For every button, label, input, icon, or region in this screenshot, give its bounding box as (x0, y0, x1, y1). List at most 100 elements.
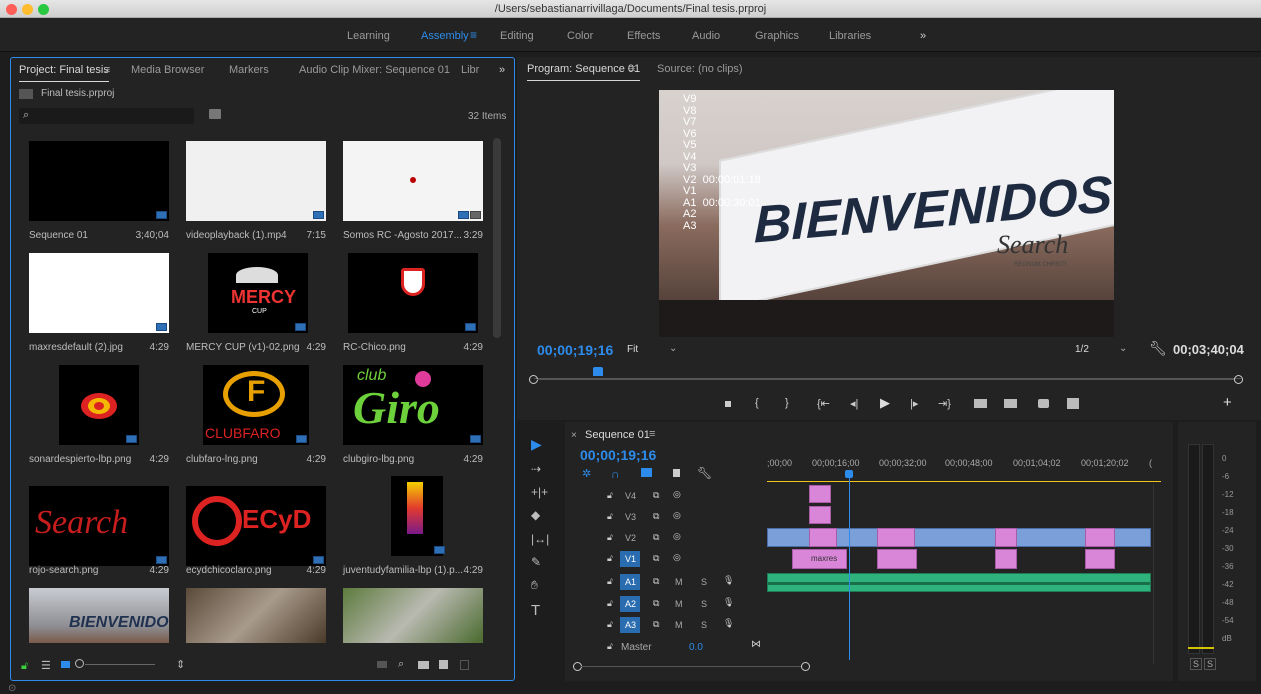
voiceover-mic-icon[interactable]: 🎙︎ (723, 575, 734, 586)
go-to-out-icon[interactable]: ⇥} (938, 397, 951, 410)
ripple-edit-tool-icon[interactable]: +|+ (531, 485, 548, 499)
snap-icon[interactable]: ∩ (611, 467, 620, 481)
pen-tool-icon[interactable]: ✎ (531, 555, 541, 569)
timeline-playhead-handle[interactable] (845, 470, 853, 478)
sort-icon[interactable]: ⇕ (176, 658, 185, 671)
thumb-somos-rc[interactable] (343, 141, 483, 221)
mark-in-icon[interactable]: { (755, 397, 759, 409)
track-eye-icon[interactable]: ◎ (673, 510, 681, 521)
thumb-aerial-photo[interactable] (343, 588, 483, 643)
mute-button[interactable]: M (675, 577, 683, 587)
thumb-sequence-01[interactable] (29, 141, 169, 221)
extract-icon[interactable] (1004, 399, 1017, 408)
thumb-mercy-cup[interactable]: MERCY CUP (208, 253, 308, 333)
workspace-menu-icon[interactable]: ≡ (470, 28, 477, 42)
tab-program[interactable]: Program: Sequence 01 (527, 63, 641, 81)
track-eye-icon[interactable]: ◎ (673, 552, 681, 563)
project-scrollbar[interactable] (493, 138, 501, 338)
timeline-tab-menu-icon[interactable]: ≡ (649, 428, 655, 440)
fit-dropdown[interactable]: Fit (627, 344, 638, 355)
automate-to-sequence-icon[interactable] (377, 661, 387, 668)
step-back-icon[interactable]: ◂| (850, 397, 858, 410)
timeline-vertical-scrollbar[interactable] (1153, 484, 1161, 664)
new-item-icon[interactable] (439, 660, 448, 669)
clip-v4[interactable] (809, 485, 831, 503)
clip-v3[interactable] (809, 506, 831, 524)
track-select-tool-icon[interactable]: ⇢ (531, 462, 541, 476)
thumb-clubgiro[interactable]: club Giro (343, 365, 483, 445)
workspace-libraries[interactable]: Libraries (829, 30, 871, 42)
clip-v1[interactable] (877, 549, 917, 569)
razor-tool-icon[interactable]: ◆ (531, 508, 540, 522)
mute-button[interactable]: M (675, 620, 683, 630)
play-icon[interactable]: ▶ (880, 395, 890, 411)
track-sync-icon[interactable]: ⧉ (653, 598, 659, 609)
resolution-chevron-icon[interactable]: ⌄ (1119, 343, 1127, 354)
thumb-rojo-search[interactable]: Search (29, 486, 169, 566)
master-volume[interactable]: 0.0 (689, 642, 703, 653)
type-tool-icon[interactable]: T (531, 602, 540, 619)
search-input[interactable]: ⌕ (19, 108, 194, 124)
track-sync-icon[interactable]: ⧉ (653, 532, 659, 543)
workspace-assembly[interactable]: Assembly (421, 30, 469, 42)
track-eye-icon[interactable]: ◎ (673, 489, 681, 500)
clip-v1[interactable] (1085, 549, 1115, 569)
close-sequence-icon[interactable]: × (571, 430, 577, 441)
icon-view-icon[interactable] (61, 661, 70, 668)
time-ruler[interactable] (534, 371, 1241, 379)
program-video-frame[interactable]: BIENVENIDOS Search REGNUM CHRISTI V9 V8 … (659, 90, 1114, 337)
mute-button[interactable]: M (675, 599, 683, 609)
playhead-handle[interactable] (592, 367, 603, 376)
go-to-end-icon[interactable]: ⋈ (751, 639, 761, 650)
button-editor-icon[interactable]: + (1223, 394, 1232, 411)
zoom-slider[interactable] (85, 664, 155, 665)
clip-v2-fx[interactable] (809, 528, 837, 547)
voiceover-mic-icon[interactable]: 🎙︎ (723, 618, 734, 629)
fit-chevron-icon[interactable]: ⌄ (669, 343, 677, 354)
workspace-audio[interactable]: Audio (692, 30, 720, 42)
more-tabs-icon[interactable]: » (499, 64, 505, 76)
timeline-timecode[interactable]: 00;00;19;16 (580, 447, 656, 463)
track-sync-icon[interactable]: ⧉ (653, 511, 659, 522)
thumb-rc-chico[interactable] (348, 253, 478, 333)
tab-sequence-01[interactable]: Sequence 01 (585, 429, 650, 441)
workspace-color[interactable]: Color (567, 30, 593, 42)
track-lock-icon[interactable]: 🔓︎ (607, 641, 613, 652)
track-lock-icon[interactable]: 🔓︎ (607, 490, 613, 501)
clip-v1[interactable] (995, 549, 1017, 569)
thumb-clubfaro[interactable]: F CLUBFARO (203, 365, 309, 445)
workspace-effects[interactable]: Effects (627, 30, 660, 42)
lock-icon[interactable]: 🔓︎ (21, 660, 28, 673)
clip-v2-fx[interactable] (1085, 528, 1115, 547)
timeline-playhead[interactable] (849, 472, 850, 660)
zoom-bar[interactable] (537, 379, 1234, 380)
trash-icon[interactable] (460, 660, 469, 670)
workspace-learning[interactable]: Learning (347, 30, 390, 42)
zoom-bar-right-handle[interactable] (1234, 375, 1243, 384)
workspace-graphics[interactable]: Graphics (755, 30, 799, 42)
list-view-icon[interactable]: ☰ (41, 659, 51, 672)
more-workspaces-icon[interactable]: » (920, 30, 926, 42)
clip-v1-maxres[interactable]: maxres (792, 549, 847, 569)
slip-tool-icon[interactable]: |↔| (531, 532, 549, 546)
thumb-group-photo[interactable] (186, 588, 326, 643)
solo-button[interactable]: S (701, 620, 707, 630)
timeline-zoom-bar[interactable] (581, 666, 801, 667)
track-sync-icon[interactable]: ⧉ (653, 490, 659, 501)
track-lock-icon[interactable]: 🔓︎ (607, 598, 613, 609)
thumb-maxresdefault[interactable] (29, 253, 169, 333)
tab-project[interactable]: Project: Final tesis (19, 64, 109, 82)
solo-right-button[interactable]: S (1204, 658, 1216, 670)
comparison-view-icon[interactable] (1067, 398, 1079, 409)
track-sync-icon[interactable]: ⧉ (653, 576, 659, 587)
clip-v2-fx[interactable] (877, 528, 915, 547)
hand-tool-icon[interactable]: ✋︎ (531, 578, 538, 593)
thumb-sonardespierto[interactable] (59, 365, 139, 445)
track-lock-icon[interactable]: 🔓︎ (607, 532, 613, 543)
resolution-dropdown[interactable]: 1/2 (1075, 344, 1089, 355)
track-lock-icon[interactable]: 🔓︎ (607, 576, 613, 587)
project-tab-menu-icon[interactable]: ≡ (104, 64, 110, 76)
timeline-settings-icon[interactable]: 🔧︎ (697, 466, 712, 480)
nest-icon[interactable]: ✲ (582, 467, 591, 480)
mark-out-icon[interactable]: } (785, 397, 789, 409)
